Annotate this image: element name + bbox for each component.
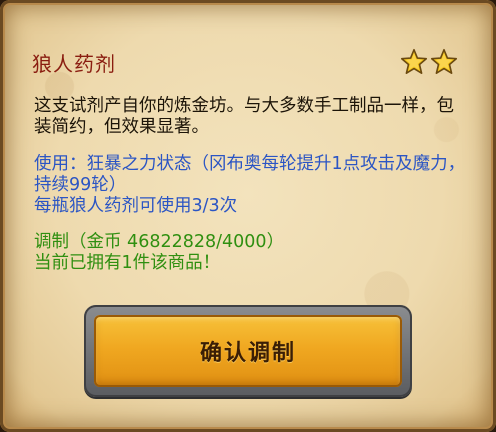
rating-stars — [400, 48, 458, 76]
item-title: 狼人药剂 — [32, 52, 116, 76]
uses-remaining-text: 每瓶狼人药剂可使用3/3次 — [34, 196, 238, 216]
owned-count-text: 当前已拥有1件该商品！ — [34, 253, 221, 273]
confirm-button-face: 确认调制 — [94, 315, 402, 387]
confirm-craft-button[interactable]: 确认调制 — [84, 305, 412, 397]
star-icon — [400, 48, 428, 75]
usage-info: 使用：狂暴之力状态（冈布奥每轮提升1点攻击及魔力，持续99轮） 每瓶狼人药剂可使… — [34, 154, 466, 217]
item-description: 这支试剂产自你的炼金坊。与大多数手工制品一样，包装简约，但效果显著。 — [34, 96, 454, 137]
crafting-info: 调制（金币 46822828/4000） 当前已拥有1件该商品！ — [34, 232, 466, 274]
craft-cost-text: 调制（金币 46822828/4000） — [34, 232, 285, 252]
confirm-button-label: 确认调制 — [199, 341, 296, 366]
star-icon — [430, 48, 458, 75]
item-detail-dialog: 狼人药剂 这支试剂产自你的炼金坊。与大多数手工制品一样，包装简约，但效果显著。 … — [0, 0, 496, 432]
effect-text: 使用：狂暴之力状态（冈布奥每轮提升1点攻击及魔力，持续99轮） — [34, 154, 466, 195]
